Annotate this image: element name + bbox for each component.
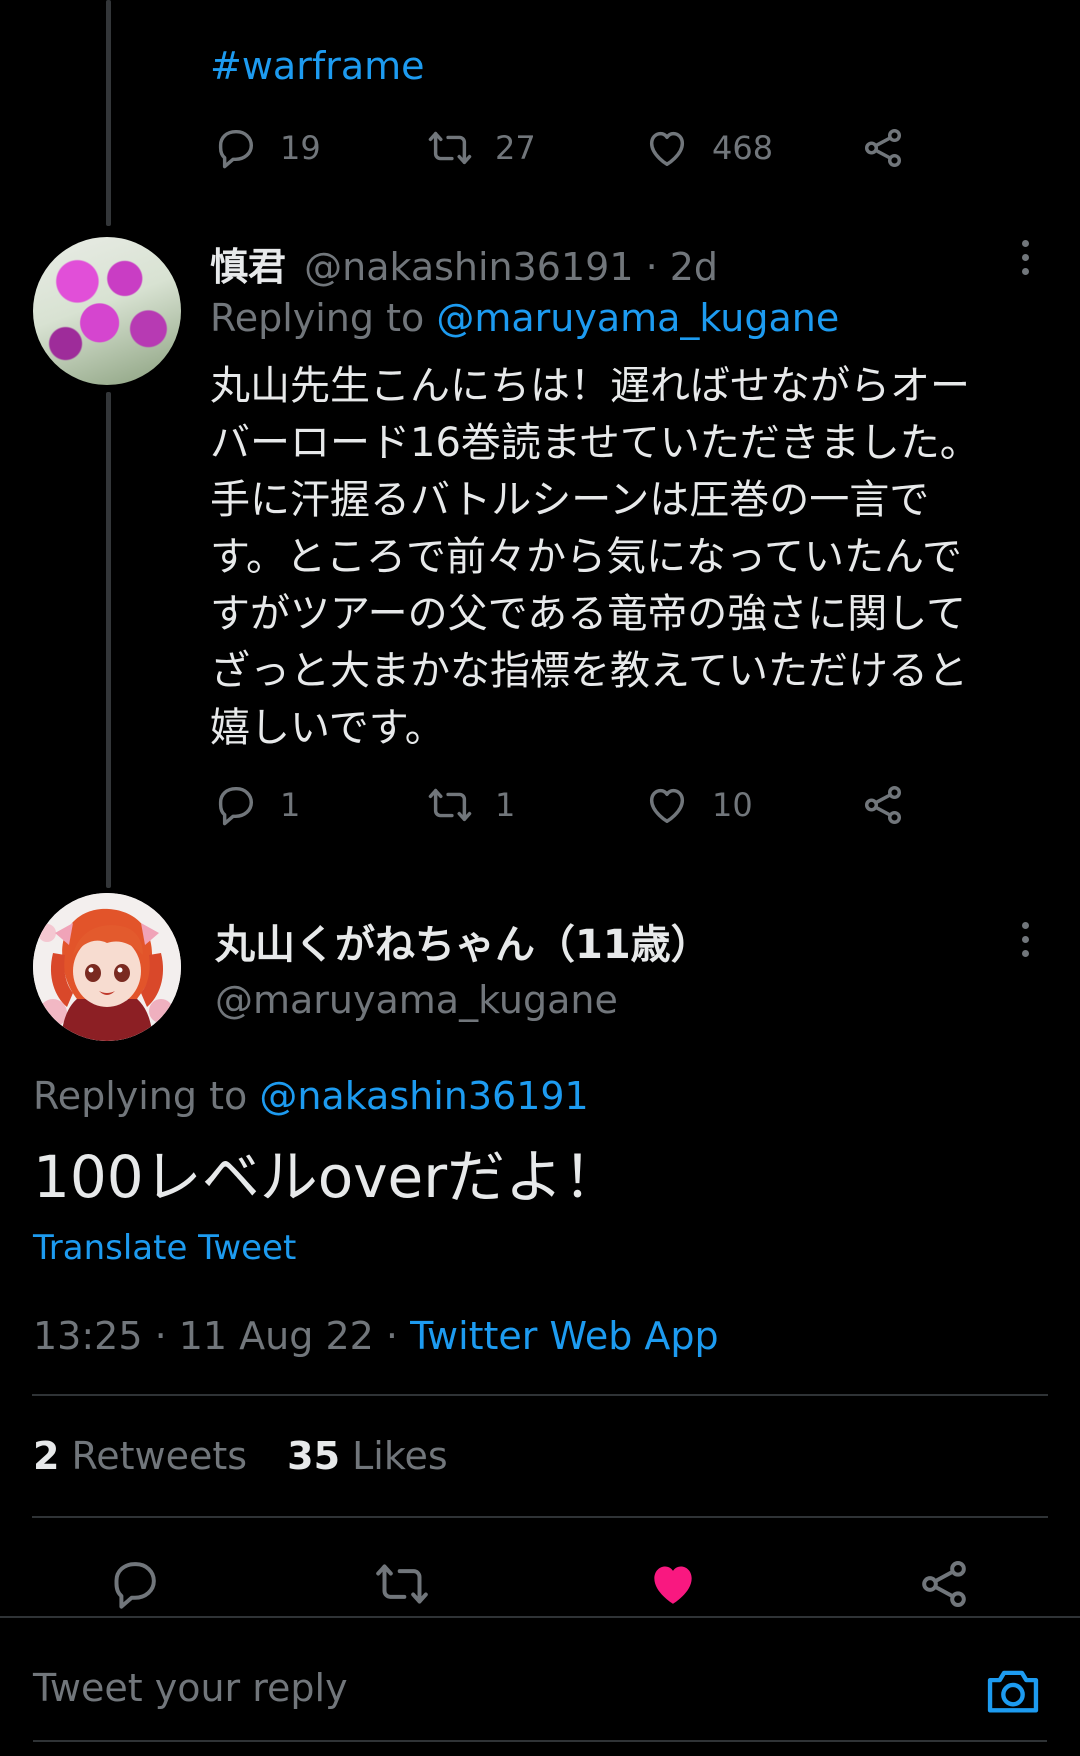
reply-icon [218,786,254,826]
hashtag-link[interactable]: #warframe [210,44,425,88]
display-name[interactable]: 慎君 [210,245,286,289]
more-options-icon[interactable] [1020,922,1030,957]
reply-header: 慎君 @nakashin36191 · 2d [210,236,718,291]
retweet-stat-label: Retweets [71,1434,248,1478]
retweet-stat-count: 2 [33,1434,60,1478]
share-button[interactable] [916,1556,972,1612]
retweet-button[interactable]: 1 [427,782,515,828]
reply-button[interactable] [106,1556,162,1612]
share-button[interactable] [860,782,906,828]
thread-line-middle [106,392,111,888]
heart-filled-icon [654,1566,692,1604]
like-button[interactable]: 468 [644,125,773,171]
tweet-line: ざっと大まかな指標を教えていただけると [210,648,968,694]
like-button-active[interactable] [645,1556,701,1612]
heart-icon [649,131,685,167]
like-stat-count: 35 [287,1434,341,1478]
more-options-icon[interactable] [1020,240,1030,275]
avatar-illustration [33,893,181,1041]
divider [32,1394,1048,1396]
handle-time: @nakashin36191 · 2d [304,245,719,289]
retweet-button[interactable]: 27 [427,125,536,171]
retweet-icon [428,788,472,822]
retweet-count: 1 [495,786,516,824]
thread-line-top [106,0,111,226]
main-tweet-text: 100レベルoverだよ！ [33,1143,622,1211]
heart-icon [649,788,685,824]
replying-to-label: Replying to [210,296,425,340]
translate-tweet-link[interactable]: Translate Tweet [33,1228,296,1268]
tweet-line: 手に汗握るバトルシーンは圧巻の一言で [210,477,930,523]
like-stat-label: Likes [352,1434,448,1478]
retweet-count: 27 [495,129,536,167]
retweet-icon [376,1564,428,1604]
reply-button[interactable]: 19 [212,125,321,171]
author-name[interactable]: 丸山くがねちゃん（11歳） [215,912,711,970]
reply-button[interactable]: 1 [212,782,300,828]
tweet-line: すがツアーの父である竜帝の強さに関して [210,591,966,637]
share-icon [864,786,902,824]
like-count: 468 [712,129,774,167]
avatar[interactable] [33,893,181,1041]
reply-composer: Tweet your reply [0,1616,1080,1756]
share-icon [864,129,902,167]
reply-count: 1 [280,786,301,824]
tweet-line: 嬉しいです。 [210,705,445,751]
reply-tweet-actions: 1 1 10 [212,782,912,832]
avatar[interactable] [33,237,181,385]
replying-to: Replying to @maruyama_kugane [210,296,839,340]
replying-to-handle[interactable]: @nakashin36191 [259,1074,588,1118]
tweet-line: バーロード16巻読ませていただきました。 [210,420,980,466]
share-icon [922,1561,966,1607]
tweet-metadata: 13:25 · 11 Aug 22 · Twitter Web App [33,1314,719,1358]
replying-to-handle[interactable]: @maruyama_kugane [436,296,839,340]
reply-input[interactable]: Tweet your reply [33,1666,348,1710]
replying-to: Replying to @nakashin36191 [33,1074,589,1118]
like-stat[interactable]: 35 Likes [287,1434,448,1478]
parent-tweet-actions: 19 27 468 [212,125,912,175]
share-button[interactable] [860,125,906,171]
author-handle[interactable]: @maruyama_kugane [215,978,618,1022]
retweet-icon [428,131,472,165]
bottom-divider [33,1740,1047,1742]
reply-icon [218,129,254,169]
camera-button[interactable] [984,1662,1042,1724]
retweet-button[interactable] [374,1556,430,1612]
tweet-text: 丸山先生こんにちは！遅ればせながらオー バーロード16巻読ませていただきました。… [210,358,1030,757]
source-link[interactable]: Twitter Web App [410,1314,719,1358]
reply-count: 19 [280,129,321,167]
replying-to-label: Replying to [33,1074,248,1118]
divider [32,1516,1048,1518]
timestamp: 13:25 · 11 Aug 22 · [33,1314,411,1358]
tweet-line: す。ところで前々から気になっていたんで [210,534,962,580]
camera-icon [987,1670,1039,1713]
like-count: 10 [712,786,753,824]
engagement-stats: 2 Retweets 35 Likes [33,1434,448,1478]
retweet-stat[interactable]: 2 Retweets [33,1434,259,1478]
like-button[interactable]: 10 [644,782,753,828]
tweet-line: 丸山先生こんにちは！遅ればせながらオー [210,363,970,409]
reply-icon [114,1562,156,1609]
